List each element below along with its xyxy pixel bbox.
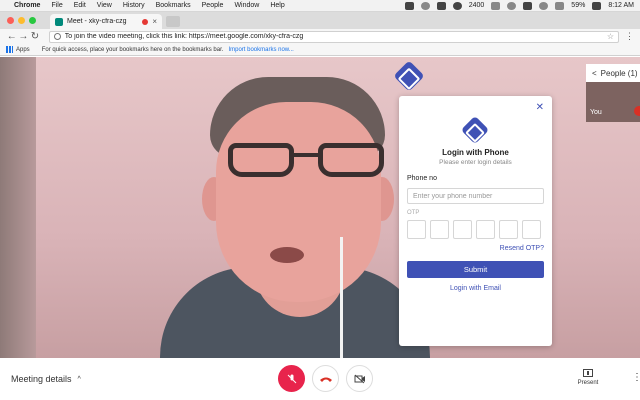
brand-logo-icon [460,115,490,145]
otp-digit-6[interactable] [522,220,541,239]
people-panel-tab[interactable]: < People (1) [586,64,640,82]
status-area: 2400 59% 8:12 AM [404,1,634,10]
maximize-window-icon[interactable] [29,17,36,24]
otp-digit-2[interactable] [430,220,449,239]
menu-history[interactable]: History [123,2,145,9]
status-volume-icon[interactable] [555,1,565,10]
bookmark-star-icon[interactable]: ☆ [607,32,614,41]
tab-title: Meet - xky-cfra-czg [67,18,127,25]
glasses-lens-right [318,143,384,177]
menu-help[interactable]: Help [270,2,284,9]
phone-label: Phone no [407,175,437,182]
background-wall [0,57,36,358]
apps-link[interactable]: Apps [16,47,30,53]
participant-glasses [218,143,388,183]
self-label: You [590,109,602,116]
tab-strip: Meet - xky-cfra-czg × [0,12,640,29]
glasses-lens-left [228,143,294,177]
submit-button[interactable]: Submit [407,261,544,278]
status-counter[interactable]: 2400 [469,2,485,9]
earphone-cable [340,237,343,358]
self-thumbnail[interactable]: You [586,82,640,122]
resend-otp-link[interactable]: Resend OTP? [500,245,544,252]
status-dropbox-icon[interactable] [452,1,462,10]
bookmarks-bar: Apps For quick access, place your bookma… [0,44,640,56]
forward-button[interactable]: → [18,29,30,44]
phone-hangup-icon [319,377,332,382]
apps-grid-icon[interactable] [6,46,13,53]
close-icon[interactable]: ✕ [536,102,544,113]
address-text[interactable]: To join the video meeting, click this li… [65,33,607,40]
close-window-icon[interactable] [7,17,14,24]
status-cloud-icon[interactable] [491,1,501,10]
otp-inputs [407,220,541,239]
mic-off-icon [287,374,296,383]
status-app-icon[interactable] [404,1,414,10]
clock[interactable]: 8:12 AM [608,2,634,9]
menu-file[interactable]: File [51,2,62,9]
otp-label: OTP [407,210,420,216]
menu-window[interactable]: Window [234,2,259,9]
camera-toggle-button[interactable] [346,365,373,392]
status-timer-icon[interactable] [507,1,517,10]
browser-toolbar: ← → ↻ To join the video meeting, click t… [0,29,640,44]
glasses-bridge [292,153,320,157]
minimize-window-icon[interactable] [18,17,25,24]
meeting-details-label: Meeting details [11,374,72,384]
camera-off-icon [354,374,365,383]
people-count-label: People (1) [600,68,638,78]
dialog-subtitle: Please enter login details [439,159,512,166]
address-bar[interactable]: To join the video meeting, click this li… [48,30,620,43]
status-sync-icon[interactable] [420,1,430,10]
meet-favicon-icon [55,17,63,26]
meeting-details-button[interactable]: Meeting details ^ [11,374,81,384]
mic-toggle-button[interactable] [278,365,305,392]
battery-percent[interactable]: 59% [571,2,585,9]
more-options-icon[interactable]: ⋮ [632,372,640,383]
otp-digit-4[interactable] [476,220,495,239]
otp-digit-1[interactable] [407,220,426,239]
meeting-controls-bar: Meeting details ^ Present ⋮ [0,358,640,400]
menu-view[interactable]: View [97,2,112,9]
present-screen-icon [583,369,593,377]
status-shield-icon[interactable] [436,1,446,10]
menu-edit[interactable]: Edit [74,2,86,9]
chevron-up-icon: ^ [77,375,81,383]
mic-muted-indicator-icon [634,106,640,116]
tab-meet[interactable]: Meet - xky-cfra-czg × [50,14,162,29]
otp-digit-5[interactable] [499,220,518,239]
new-tab-button[interactable] [166,16,180,27]
phone-input[interactable] [407,188,544,204]
reload-button[interactable]: ↻ [29,29,41,44]
login-with-email-link[interactable]: Login with Email [399,285,552,292]
dialog-title: Login with Phone [442,148,509,157]
chevron-left-icon: < [592,68,597,78]
login-dialog: ✕ Login with Phone Please enter login de… [399,96,552,346]
menu-app-chrome[interactable]: Chrome [14,2,40,9]
site-info-icon[interactable] [53,33,61,40]
browser-menu-icon[interactable]: ⋮ [625,31,634,42]
macos-menu-bar: Chrome File Edit View History Bookmarks … [0,0,640,12]
status-bluetooth-icon[interactable] [523,1,533,10]
participant-mouth [270,247,304,263]
participant-video [160,77,430,358]
present-button[interactable]: Present [572,369,604,386]
otp-digit-3[interactable] [453,220,472,239]
menu-people[interactable]: People [202,2,224,9]
present-label: Present [577,380,599,386]
battery-icon[interactable] [592,1,602,10]
import-bookmarks-link[interactable]: Import bookmarks now... [228,47,293,53]
menu-bookmarks[interactable]: Bookmarks [156,2,191,9]
window-controls [7,17,36,24]
tab-close-icon[interactable]: × [152,17,157,26]
bookmarks-hint: For quick access, place your bookmarks h… [41,46,224,53]
recording-indicator-icon [142,18,149,25]
status-wifi-icon[interactable] [539,1,549,10]
participant-face [216,102,381,302]
back-button[interactable]: ← [6,29,18,44]
hang-up-button[interactable] [312,365,339,392]
